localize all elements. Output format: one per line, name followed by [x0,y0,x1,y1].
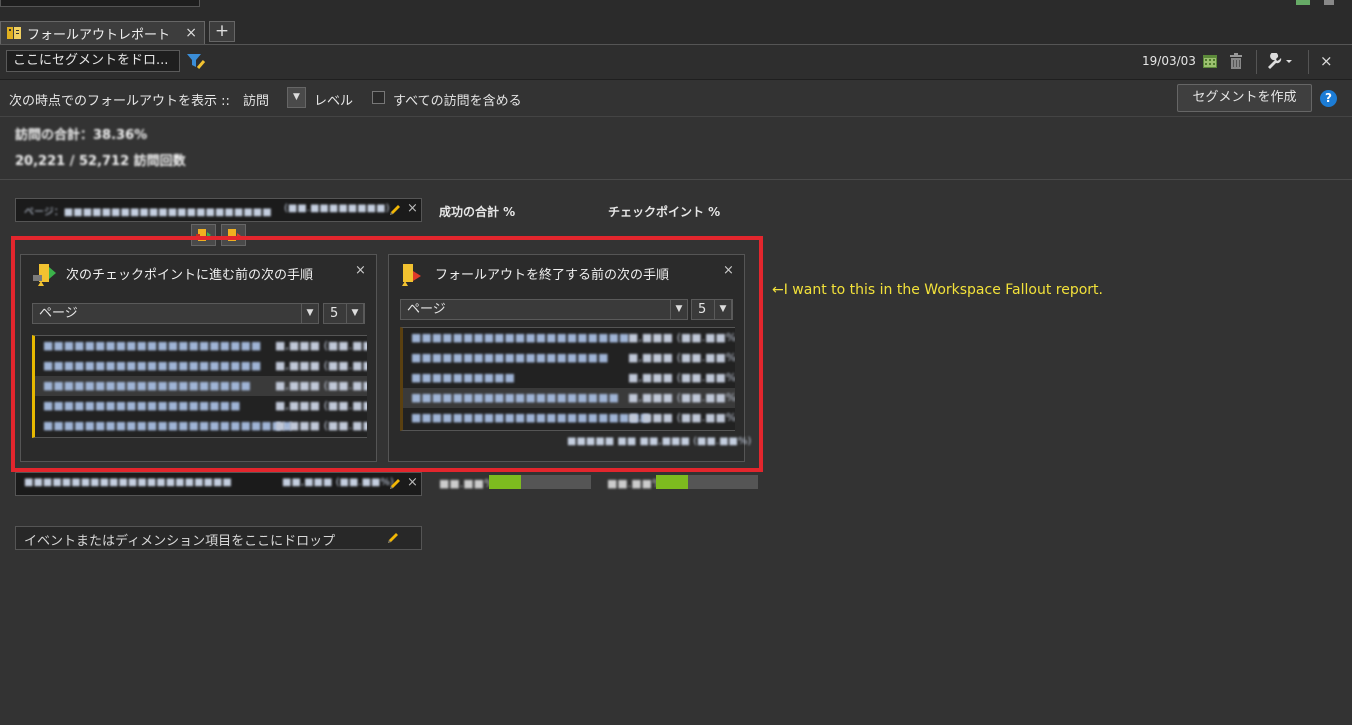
create-segment-button[interactable]: セグメントを作成 [1177,84,1312,112]
list-item[interactable]: ■■■■■■■■■■■■■■■■■■■■■,■■■ (■■.■■%) [35,376,367,396]
top-strip [0,0,1352,20]
checkpoint-2-checkpoint-pct: ■■.■■% [607,477,663,490]
event-dimension-drop-zone[interactable]: イベントまたはディメンション項目をここにドロップ [15,526,422,550]
next-steps-fallout-panel: フォールアウトを終了する前の次の手順 × ページ ▼ 5 ▼ ■■■■■■■■■… [388,254,751,462]
segment-filter-icon[interactable] [186,52,206,70]
checkpoint-2-success-pct: ■■.■■% [439,477,495,490]
help-icon[interactable]: ? [1320,90,1337,107]
checkpoint-progress-bar [656,475,758,489]
remove-checkpoint-1-icon[interactable]: × [407,201,418,216]
checkpoint-2-label: ■■■■■■■■■■■■■■■■■■■■■■ [24,477,232,488]
annotation-text: ←I want to this in the Workspace Fallout… [772,282,1103,298]
edit-pencil-icon[interactable] [386,531,400,545]
fallout-panel-footer: ■■■■■ ■■ ■■,■■■ (■■.■■%) [567,436,752,447]
checkpoint-1-value: (■■.■■■■■■■■) [284,203,390,214]
fallout-panel-close-icon[interactable]: × [723,263,734,278]
checkpoint-1-label: ページ：■■■■■■■■■■■■■■■■■■■■■■ [24,207,272,218]
continue-dimension-select[interactable]: ページ [32,303,319,324]
chevron-down-icon: ▼ [287,87,306,108]
checkpoint-progress-fill [656,475,688,489]
chevron-down-icon[interactable]: ▼ [714,299,732,320]
next-steps-continue-panel: 次のチェックポイントに進む前の次の手順 × ページ ▼ 5 ▼ ■■■■■■■■… [20,254,377,462]
drop-zone-label: イベントまたはディメンション項目をここにドロップ [24,534,336,549]
summary-total-label: 訪問の合計：38.36% [15,128,148,143]
success-progress-bar [489,475,591,489]
level-select-value: 訪問 [243,94,270,109]
trash-icon[interactable] [1229,53,1243,69]
level-label: レベル [314,94,354,109]
list-item[interactable]: ■■■■■■■■■■■■■■■■■■■■■,■■■ (■■.■■%) [403,388,735,408]
include-all-visits-label: すべての訪問を含める [393,94,522,109]
date-range[interactable]: 19/03/03 [1142,54,1196,68]
close-panel-icon[interactable]: × [1320,52,1333,70]
fallout-panel-title: フォールアウトを終了する前の次の手順 [435,268,670,283]
edit-pencil-icon[interactable] [388,203,402,217]
checkpoint-2-value: ■■,■■■ (■■.■■%) [282,477,394,488]
list-item[interactable]: ■■■■■■■■■■ ■,■■■ (■■.■■%) [403,368,735,388]
tab-close-icon[interactable]: × [185,25,197,41]
success-total-header: 成功の合計 % [439,205,516,219]
chevron-down-icon[interactable]: ▼ [301,303,319,324]
continue-steps-icon [33,264,56,286]
continue-panel-title: 次のチェックポイントに進む前の次の手順 [66,268,314,283]
report-icon [7,27,21,39]
checkpoint-1[interactable]: ページ：■■■■■■■■■■■■■■■■■■■■■■ (■■.■■■■■■■■)… [15,198,422,222]
fallout-dimension-select[interactable]: ページ [400,299,688,320]
summary-visits-label: 20,221 / 52,712 訪問回数 [15,154,186,169]
fallout-steps-icon [402,264,421,286]
include-all-visits-checkbox[interactable] [372,91,385,104]
toolbar-divider-2 [1308,50,1309,74]
tab-fallout-report[interactable]: フォールアウトレポート × [0,21,205,44]
list-item[interactable]: ■■■■■■■■■■■■■■■■■■■■■■■ ■,■■■ (■■.■■%) [403,408,735,428]
chevron-down-icon[interactable]: ▼ [670,299,688,320]
list-item[interactable]: ■■■■■■■■■■■■■■■■■■■■,■■■ (■■.■■%) [35,396,367,416]
summary-divider [0,179,1352,180]
wrench-settings-icon[interactable] [1266,53,1294,69]
top-trash-icon[interactable] [1324,0,1334,5]
remove-checkpoint-2-icon[interactable]: × [407,475,418,490]
top-calendar-icon[interactable] [1296,0,1310,5]
fallout-steps-list: ■■■■■■■■■■■■■■■■■■■■■ ■,■■■ (■■.■■%) ■■■■… [400,327,735,431]
edit-pencil-icon[interactable] [388,477,402,491]
chevron-down-icon[interactable]: ▼ [346,303,364,324]
add-tab-button[interactable]: + [209,21,235,42]
list-item[interactable]: ■■■■■■■■■■■■■■■■■■■■,■■■ (■■.■■%) [403,348,735,368]
success-progress-fill [489,475,521,489]
list-item[interactable]: ■■■■■■■■■■■■■■■■■■■■■■,■■■ (■■.■■%) [35,336,367,356]
continue-steps-list: ■■■■■■■■■■■■■■■■■■■■■■,■■■ (■■.■■%) ■■■■… [32,335,367,438]
list-item[interactable]: ■■■■■■■■■■■■■■■■■■■■■■,■■■ (■■.■■%) [403,328,735,348]
fallout-show-label: 次の時点でのフォールアウトを表示 :: [9,94,230,109]
list-item[interactable]: ■■■■■■■■■■■■■■■■■■■■■■,■■■ (■■.■■%) [35,356,367,376]
checkpoint-2[interactable]: ■■■■■■■■■■■■■■■■■■■■■■ ■■,■■■ (■■.■■%) × [15,472,422,496]
checkpoint-pct-header: チェックポイント % [608,205,721,219]
continue-panel-close-icon[interactable]: × [355,263,366,278]
tab-label: フォールアウトレポート [27,27,171,43]
list-item[interactable]: ■■■■■■■■■■■■■■■■■■■■■■■■■,■■■ (■■.■■%) [35,416,367,436]
level-select[interactable]: 訪問 ▼ [239,87,307,109]
toolbar-divider [1256,50,1257,74]
segment-drop-field[interactable]: ここにセグメントをドロ... [6,50,180,72]
calendar-icon[interactable] [1202,53,1218,69]
top-search-field[interactable] [0,0,200,7]
